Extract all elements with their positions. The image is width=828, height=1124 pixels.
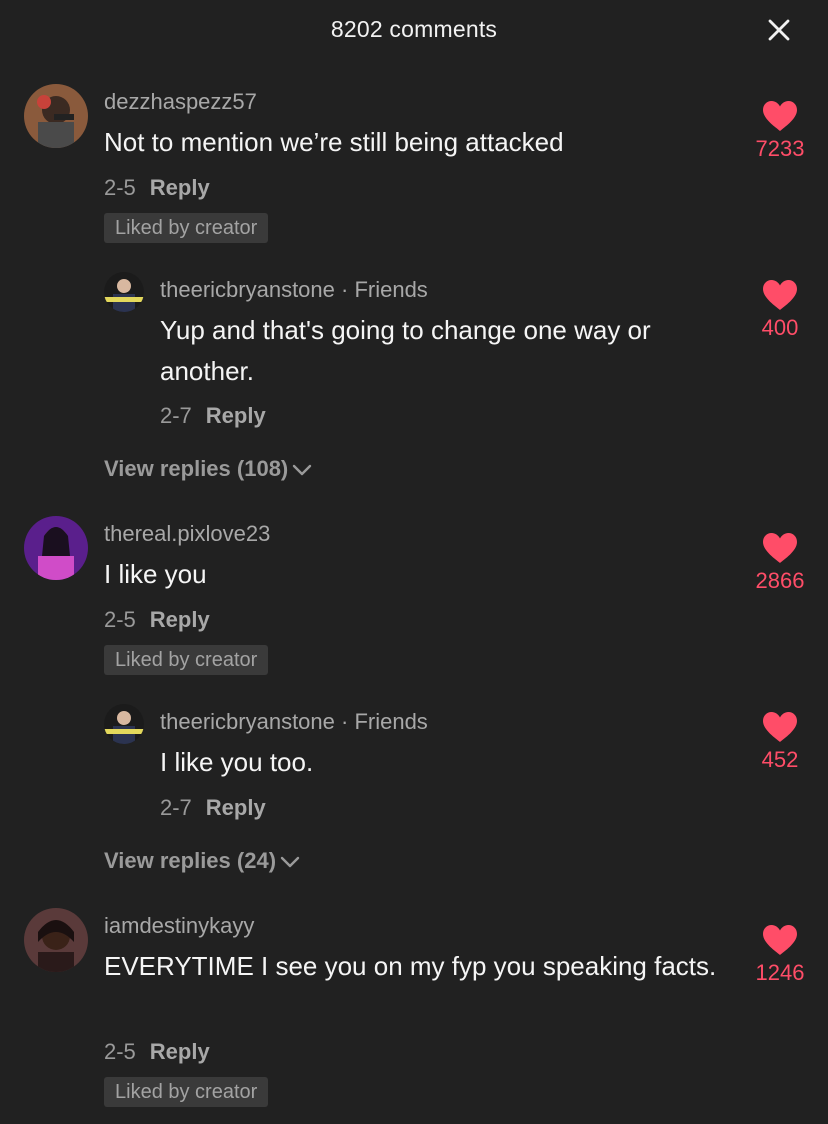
comment-username[interactable]: iamdestinykayy	[104, 913, 254, 939]
reply-username[interactable]: theericbryanstone · Friends	[160, 709, 428, 735]
like-count: 1246	[755, 960, 805, 985]
reply-text: I like you too.	[160, 747, 314, 777]
avatar[interactable]	[24, 84, 88, 148]
heart-icon[interactable]	[762, 279, 798, 311]
like-control[interactable]: 400	[735, 279, 825, 341]
heart-icon[interactable]	[762, 532, 798, 564]
comment-date: 2-5	[104, 1039, 136, 1064]
comment-meta: 2-5 Reply	[104, 607, 210, 633]
liked-by-creator-badge: Liked by creator	[104, 1077, 269, 1107]
like-count: 2866	[755, 568, 805, 593]
reply-username[interactable]: theericbryanstone · Friends	[160, 277, 428, 303]
like-control[interactable]: 452	[735, 711, 825, 773]
heart-icon[interactable]	[762, 100, 798, 132]
comment-username[interactable]: thereal.pixlove23	[104, 521, 270, 547]
comment-meta: 2-5 Reply	[104, 175, 210, 201]
reply-meta: 2-7 Reply	[160, 403, 266, 429]
reply-date: 2-7	[160, 795, 192, 820]
reply-button[interactable]: Reply	[150, 607, 210, 632]
chevron-down-icon[interactable]	[280, 856, 300, 868]
reply-button[interactable]: Reply	[206, 795, 266, 820]
avatar[interactable]	[24, 516, 88, 580]
friends-tag: · Friends	[334, 709, 428, 734]
comments-header: 8202 comments	[0, 0, 828, 60]
reply-meta: 2-7 Reply	[160, 795, 266, 821]
comment-username[interactable]: dezzhaspezz57	[104, 89, 257, 115]
comment-text: Not to mention we’re still being attacke…	[104, 127, 564, 157]
liked-by-creator-badge: Liked by creator	[104, 645, 269, 675]
avatar[interactable]	[104, 272, 144, 312]
comment-date: 2-5	[104, 607, 136, 632]
view-replies-label[interactable]: View replies (24)	[104, 848, 276, 873]
heart-icon[interactable]	[762, 711, 798, 743]
reply-button[interactable]: Reply	[150, 1039, 210, 1064]
reply-text: Yup and that's going to change one way o…	[160, 315, 651, 386]
close-icon[interactable]	[764, 15, 794, 45]
comment-date: 2-5	[104, 175, 136, 200]
like-count: 7233	[755, 136, 805, 161]
chevron-down-icon[interactable]	[292, 464, 312, 476]
reply-button[interactable]: Reply	[206, 403, 266, 428]
like-control[interactable]: 1246	[735, 924, 825, 986]
liked-by-creator-badge: Liked by creator	[104, 213, 269, 243]
comments-count-title: 8202 comments	[330, 16, 498, 42]
like-count: 452	[761, 747, 799, 772]
avatar[interactable]	[104, 704, 144, 744]
reply-username-text[interactable]: theericbryanstone	[160, 709, 335, 734]
comment-text: EVERYTIME I see you on my fyp you speaki…	[104, 951, 717, 981]
reply-date: 2-7	[160, 403, 192, 428]
comment-meta: 2-5 Reply	[104, 1039, 210, 1065]
view-replies-label[interactable]: View replies (108)	[104, 456, 288, 481]
like-control[interactable]: 7233	[735, 100, 825, 162]
view-replies-button[interactable]: View replies (24)	[104, 848, 300, 874]
comment-text: I like you	[104, 559, 207, 589]
reply-username-text[interactable]: theericbryanstone	[160, 277, 335, 302]
view-replies-button[interactable]: View replies (108)	[104, 456, 312, 482]
avatar[interactable]	[24, 908, 88, 972]
friends-tag: · Friends	[334, 277, 428, 302]
heart-icon[interactable]	[762, 924, 798, 956]
like-control[interactable]: 2866	[735, 532, 825, 594]
like-count: 400	[761, 315, 799, 340]
reply-button[interactable]: Reply	[150, 175, 210, 200]
